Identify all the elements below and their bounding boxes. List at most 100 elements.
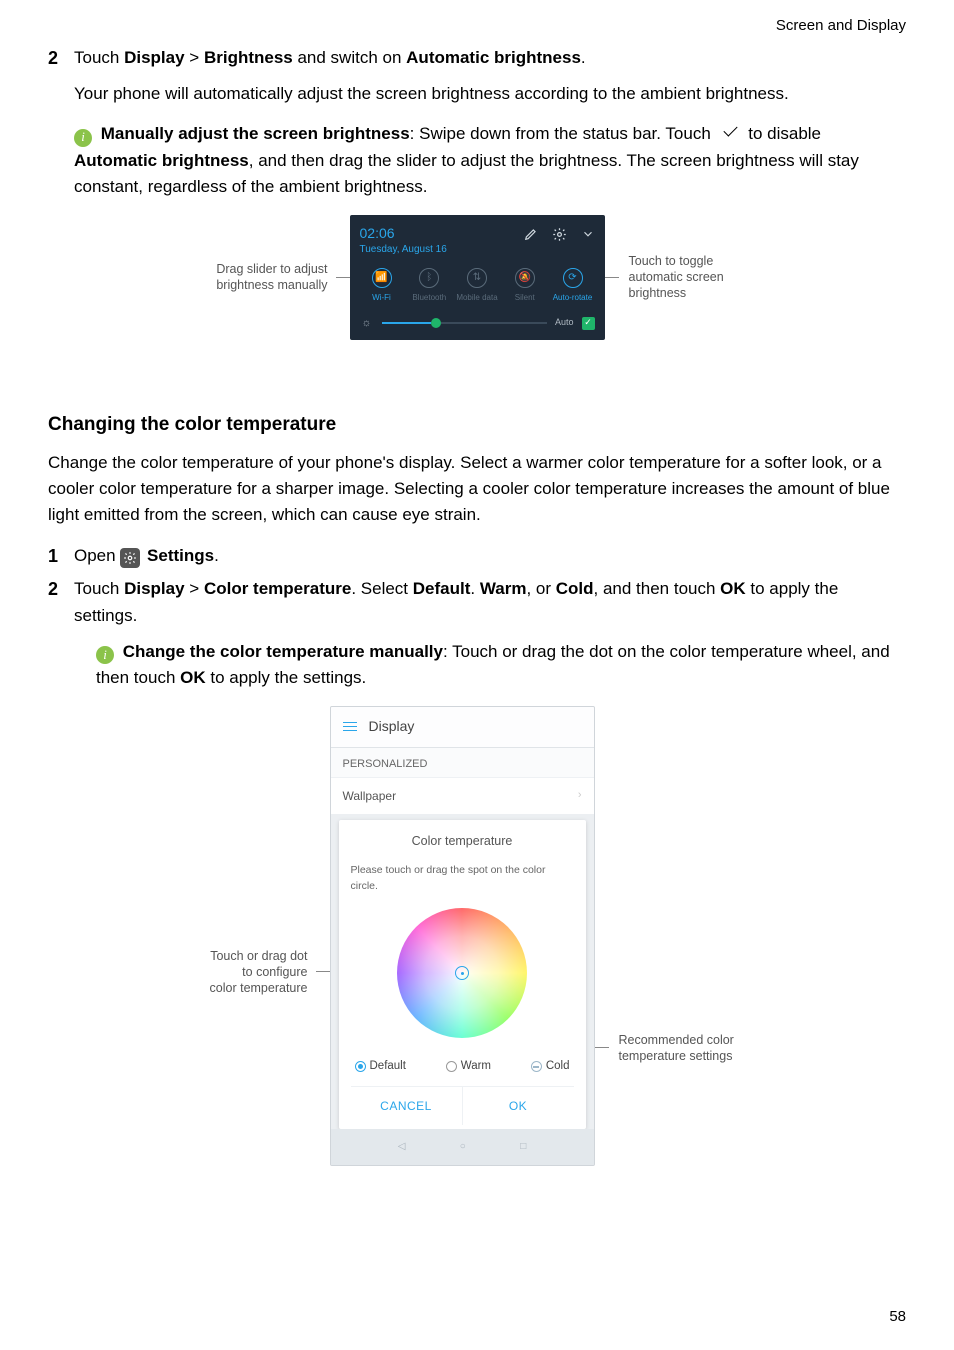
radio-warm[interactable]: Warm [446,1058,491,1076]
step-1-open-settings: 1 Open Settings. [48,543,906,571]
figure-color-temperature: Touch or drag dot to configure color tem… [48,706,906,1166]
phone-screenshot: Display PERSONALIZED Wallpaper › Color t… [330,706,595,1166]
tile-mobiledata[interactable]: ⇅Mobile data [455,268,499,304]
page-number: 58 [889,1305,906,1328]
step-number: 1 [48,543,74,571]
radio-default[interactable]: Default [355,1058,406,1076]
t: Cold [556,579,594,598]
callout-recommended: Recommended color temperature settings [609,1032,789,1065]
t: Open [74,546,120,565]
leader-line [316,971,330,972]
tile-wifi[interactable]: 📶Wi-Fi [360,268,404,304]
t: . [470,579,479,598]
ok-button[interactable]: OK [462,1087,574,1126]
t: Mobile data [456,292,497,304]
cancel-button[interactable]: CANCEL [351,1087,462,1126]
step-number: 2 [48,576,74,629]
menu-icon[interactable] [343,719,357,734]
tile-silent[interactable]: 🔕Silent [503,268,547,304]
t: Silent [515,292,535,304]
t: Default [413,579,471,598]
section-personalized: PERSONALIZED [331,748,594,777]
t: Display [124,579,184,598]
t: Display [124,48,184,67]
t: > [185,579,204,598]
color-wheel-dot[interactable] [455,966,469,980]
t: automatic screen [629,270,724,284]
color-wheel[interactable] [397,908,527,1038]
leader-line [595,1047,609,1048]
t: and switch on [293,48,406,67]
t: Wi-Fi [372,292,391,304]
t: Bluetooth [412,292,446,304]
t: Default [370,1058,406,1076]
auto-label: Auto [555,316,574,330]
chevron-down-icon[interactable] [581,227,595,241]
step-sub-brightness: Your phone will automatically adjust the… [74,81,906,107]
t: OK [180,668,206,687]
t: brightness manually [216,278,327,292]
t: temperature settings [619,1049,733,1063]
qs-date: Tuesday, August 16 [360,242,447,258]
t: Warm [480,579,527,598]
header-title: Display [369,716,415,738]
leader-line [605,277,619,278]
settings-app-icon [120,548,140,568]
info-manual-color-temp: i Change the color temperature manually:… [96,639,906,692]
t: Auto-rotate [553,292,593,304]
row-wallpaper[interactable]: Wallpaper › [331,777,594,815]
nav-bar: ◁○□ [331,1129,594,1165]
step-text: Touch Display > Color temperature. Selec… [74,576,906,629]
step-text: Open Settings. [74,543,906,571]
t: Automatic brightness [74,151,249,170]
color-temperature-dialog: Color temperature Please touch or drag t… [339,820,586,1129]
t: , and then touch [594,579,721,598]
t: Cold [546,1058,570,1076]
t: Drag slider to adjust [216,262,327,276]
gear-icon[interactable] [552,227,567,242]
t: : Swipe down from the status bar. Touch [410,124,716,143]
tile-bluetooth[interactable]: ᛒBluetooth [407,268,451,304]
step-2-brightness: 2 Touch Display > Brightness and switch … [48,45,906,73]
row-label: Wallpaper [343,787,397,806]
dialog-title: Color temperature [351,832,574,851]
info-icon: i [74,129,92,147]
heading-color-temperature: Changing the color temperature [48,410,906,439]
t: color temperature [210,981,308,995]
step-text: Touch Display > Brightness and switch on… [74,45,906,73]
tile-autorotate[interactable]: ⟳Auto-rotate [551,268,595,304]
figure-quick-settings: Drag slider to adjust brightness manuall… [48,215,906,341]
auto-brightness-toggle[interactable]: ✓ [582,317,595,330]
t: > [185,48,204,67]
t: Change the color temperature manually [123,642,443,661]
t: Automatic brightness [406,48,581,67]
info-manual-brightness: i Manually adjust the screen brightness:… [74,121,906,200]
t: . Select [351,579,412,598]
t: Brightness [204,48,293,67]
leader-line [336,277,350,278]
t: Manually adjust the screen brightness [101,124,410,143]
step-2-color-temperature: 2 Touch Display > Color temperature. Sel… [48,576,906,629]
intro-color-temperature: Change the color temperature of your pho… [48,450,906,529]
brightness-slider[interactable] [382,322,547,324]
step-number: 2 [48,45,74,73]
callout-drag-dot: Touch or drag dot to configure color tem… [166,948,316,997]
t: Touch [74,48,124,67]
t: Color temperature [204,579,351,598]
chevron-right-icon: › [578,787,582,806]
edit-icon[interactable] [524,227,538,241]
radio-cold[interactable]: Cold [531,1058,570,1076]
t: to apply the settings. [206,668,367,687]
dialog-hint: Please touch or drag the spot on the col… [351,862,574,895]
page-section-title: Screen and Display [48,14,906,37]
brightness-icon: ☼ [360,316,374,330]
t: brightness [629,286,687,300]
t: OK [720,579,746,598]
t: . [581,48,586,67]
info-icon: i [96,646,114,664]
callout-toggle-auto: Touch to toggle automatic screen brightn… [619,253,769,302]
checkmark-icon [720,126,740,140]
t: Touch to toggle [629,254,714,268]
t: , or [526,579,555,598]
display-header: Display [331,707,594,748]
